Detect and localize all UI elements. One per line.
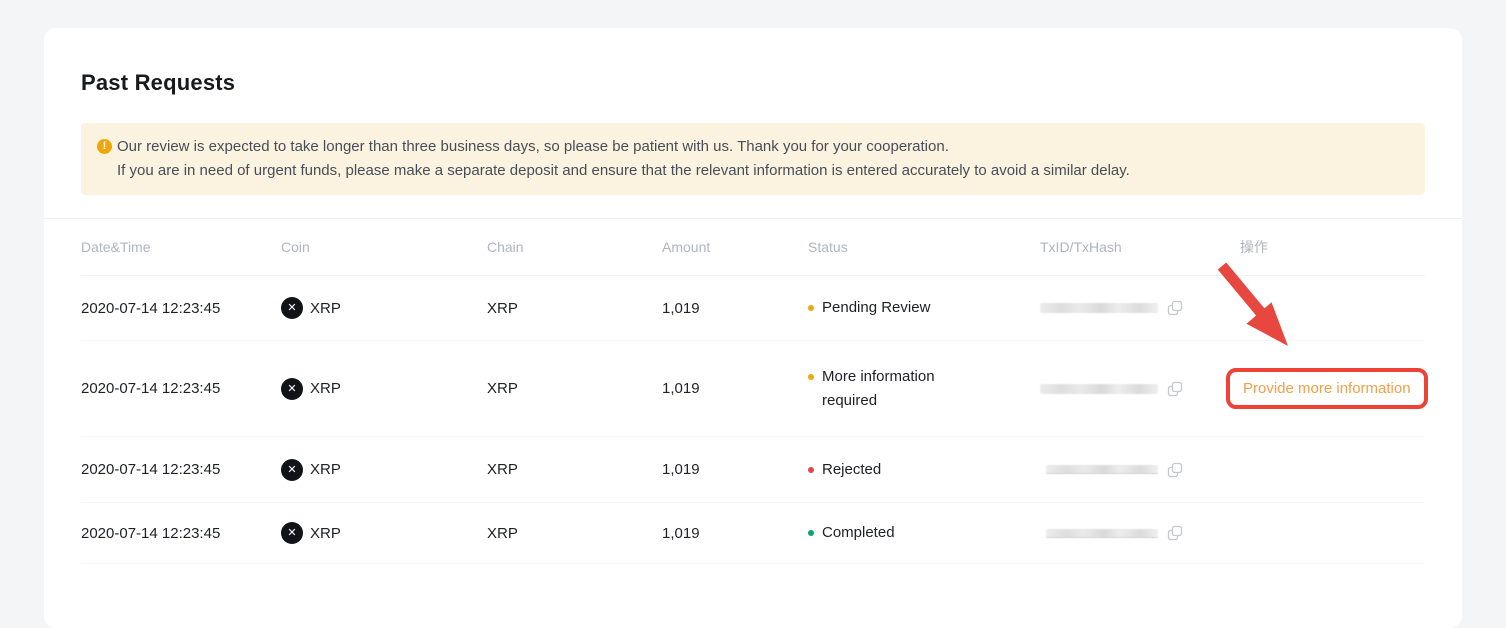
status-label: More information required — [822, 365, 972, 413]
txid-cell — [1040, 380, 1240, 398]
xrp-logo-icon: ✕ — [281, 459, 303, 481]
col-header-amount: Amount — [662, 239, 808, 255]
status-dot — [808, 374, 814, 380]
coin-cell: ✕ XRP — [281, 522, 487, 544]
copy-icon[interactable] — [1166, 461, 1184, 479]
provide-more-information-link[interactable]: Provide more information — [1243, 380, 1411, 397]
datetime-cell: 2020-07-14 12:23:45 — [81, 461, 281, 478]
status-cell: Pending Review — [808, 296, 1040, 320]
table-row: 2020-07-14 12:23:45 ✕ XRP XRP 1,019 Reje… — [81, 437, 1425, 503]
page-title: Past Requests — [81, 70, 1425, 96]
table-row: 2020-07-14 12:23:45 ✕ XRP XRP 1,019 More… — [81, 341, 1425, 437]
notice-line-1: Our review is expected to take longer th… — [117, 135, 1130, 159]
notice-banner: ! Our review is expected to take longer … — [81, 123, 1425, 195]
status-cell: More information required — [808, 365, 1040, 413]
col-header-datetime: Date&Time — [81, 239, 281, 255]
coin-label: XRP — [310, 300, 341, 317]
amount-cell: 1,019 — [662, 300, 808, 317]
txid-cell — [1040, 299, 1240, 317]
txid-cell — [1040, 524, 1240, 542]
txid-redacted-bar — [1046, 465, 1158, 474]
table-row: 2020-07-14 12:23:45 ✕ XRP XRP 1,019 Pend… — [81, 276, 1425, 341]
amount-cell: 1,019 — [662, 380, 808, 397]
amount-cell: 1,019 — [662, 461, 808, 478]
chain-cell: XRP — [487, 380, 662, 397]
status-cell: Completed — [808, 521, 1040, 545]
txid-redacted-bar — [1040, 384, 1158, 394]
col-header-txid: TxID/TxHash — [1040, 239, 1240, 255]
col-header-chain: Chain — [487, 239, 662, 255]
copy-icon[interactable] — [1166, 380, 1184, 398]
past-requests-card: Past Requests ! Our review is expected t… — [44, 28, 1462, 628]
table-header-row: Date&Time Coin Chain Amount Status TxID/… — [81, 219, 1425, 276]
col-header-action: 操作 — [1240, 237, 1425, 257]
txid-redacted-bar — [1046, 529, 1158, 538]
table-row: 2020-07-14 12:23:45 ✕ XRP XRP 1,019 Comp… — [81, 503, 1425, 564]
copy-icon[interactable] — [1166, 524, 1184, 542]
chain-cell: XRP — [487, 461, 662, 478]
coin-cell: ✕ XRP — [281, 459, 487, 481]
col-header-coin: Coin — [281, 239, 487, 255]
status-label: Rejected — [822, 458, 881, 482]
amount-cell: 1,019 — [662, 525, 808, 542]
txid-cell — [1040, 461, 1240, 479]
notice-line-2: If you are in need of urgent funds, plea… — [117, 159, 1130, 183]
status-label: Completed — [822, 521, 895, 545]
annotation-highlight-box: Provide more information — [1226, 368, 1428, 409]
txid-redacted-bar — [1040, 303, 1158, 313]
coin-cell: ✕ XRP — [281, 297, 487, 319]
status-label: Pending Review — [822, 296, 930, 320]
status-dot — [808, 467, 814, 473]
coin-label: XRP — [310, 525, 341, 542]
xrp-logo-icon: ✕ — [281, 522, 303, 544]
col-header-status: Status — [808, 239, 1040, 255]
action-cell: Provide more information — [1240, 368, 1428, 409]
datetime-cell: 2020-07-14 12:23:45 — [81, 380, 281, 397]
chain-cell: XRP — [487, 300, 662, 317]
warning-icon: ! — [97, 139, 112, 154]
xrp-logo-icon: ✕ — [281, 297, 303, 319]
status-cell: Rejected — [808, 458, 1040, 482]
copy-icon[interactable] — [1166, 299, 1184, 317]
chain-cell: XRP — [487, 525, 662, 542]
status-dot — [808, 530, 814, 536]
datetime-cell: 2020-07-14 12:23:45 — [81, 525, 281, 542]
xrp-logo-icon: ✕ — [281, 378, 303, 400]
coin-label: XRP — [310, 461, 341, 478]
status-dot — [808, 305, 814, 311]
coin-cell: ✕ XRP — [281, 378, 487, 400]
datetime-cell: 2020-07-14 12:23:45 — [81, 300, 281, 317]
past-requests-table: Date&Time Coin Chain Amount Status TxID/… — [44, 219, 1462, 564]
coin-label: XRP — [310, 380, 341, 397]
